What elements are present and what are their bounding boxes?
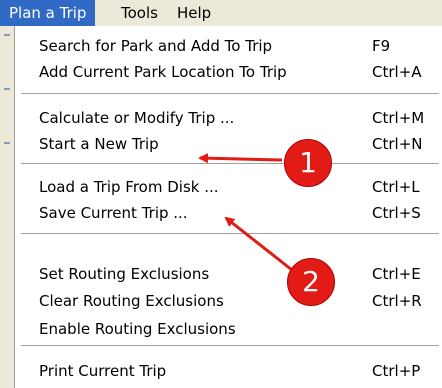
menu-item-label: Search for Park and Add To Trip xyxy=(39,37,273,55)
menu-plan-a-trip[interactable]: Plan a Trip xyxy=(0,0,96,26)
menu-item-shortcut: Ctrl+M xyxy=(372,109,425,127)
menubar: Plan a Trip Tools Help xyxy=(0,0,442,27)
menu-item-shortcut: Ctrl+R xyxy=(372,292,422,310)
menu-item-set-routing-exclusions[interactable]: Set Routing Exclusions Ctrl+E xyxy=(15,260,435,288)
menu-item-label: Print Current Trip xyxy=(39,362,167,380)
menu-item-shortcut: Ctrl+E xyxy=(372,265,421,283)
menu-separator xyxy=(21,233,439,235)
callout-1-badge: 1 xyxy=(284,139,332,187)
menu-item-clear-routing-exclusions[interactable]: Clear Routing Exclusions Ctrl+R xyxy=(15,287,435,315)
menu-item-label: Save Current Trip ... xyxy=(39,204,188,222)
menu-item-shortcut: Ctrl+N xyxy=(372,135,423,153)
menu-item-print-trip[interactable]: Print Current Trip Ctrl+P xyxy=(15,357,435,385)
menu-help[interactable]: Help xyxy=(168,0,220,26)
menu-tools[interactable]: Tools xyxy=(112,0,167,26)
menu-item-shortcut: Ctrl+A xyxy=(372,63,422,81)
menu-item-label: Calculate or Modify Trip ... xyxy=(39,109,235,127)
callout-2-badge: 2 xyxy=(287,258,335,306)
menu-item-shortcut: Ctrl+S xyxy=(372,204,421,222)
menu-item-label: Add Current Park Location To Trip xyxy=(39,63,287,81)
plan-a-trip-dropdown: Search for Park and Add To Trip F9 Add C… xyxy=(15,26,442,388)
menu-separator xyxy=(21,345,439,347)
window-left-edge xyxy=(0,26,15,388)
menu-separator xyxy=(21,93,439,95)
menu-item-enable-routing-exclusions[interactable]: Enable Routing Exclusions xyxy=(15,315,435,343)
menu-item-start-new-trip[interactable]: Start a New Trip Ctrl+N xyxy=(15,130,435,158)
menu-item-shortcut: Ctrl+P xyxy=(372,362,421,380)
menu-item-search-park[interactable]: Search for Park and Add To Trip F9 xyxy=(15,32,435,60)
menu-item-label: Clear Routing Exclusions xyxy=(39,292,224,310)
menu-item-label: Enable Routing Exclusions xyxy=(39,320,236,338)
menu-item-save-trip[interactable]: Save Current Trip ... Ctrl+S xyxy=(15,199,435,227)
menu-item-add-current-park[interactable]: Add Current Park Location To Trip Ctrl+A xyxy=(15,58,435,86)
menu-item-shortcut: F9 xyxy=(372,37,391,55)
menu-item-load-trip[interactable]: Load a Trip From Disk ... Ctrl+L xyxy=(15,173,435,201)
menu-item-label: Load a Trip From Disk ... xyxy=(39,178,219,196)
menu-item-label: Set Routing Exclusions xyxy=(39,265,210,283)
menu-item-calculate-trip[interactable]: Calculate or Modify Trip ... Ctrl+M xyxy=(15,104,435,132)
menu-separator xyxy=(21,163,439,165)
menu-item-label: Start a New Trip xyxy=(39,135,159,153)
menu-item-shortcut: Ctrl+L xyxy=(372,178,420,196)
